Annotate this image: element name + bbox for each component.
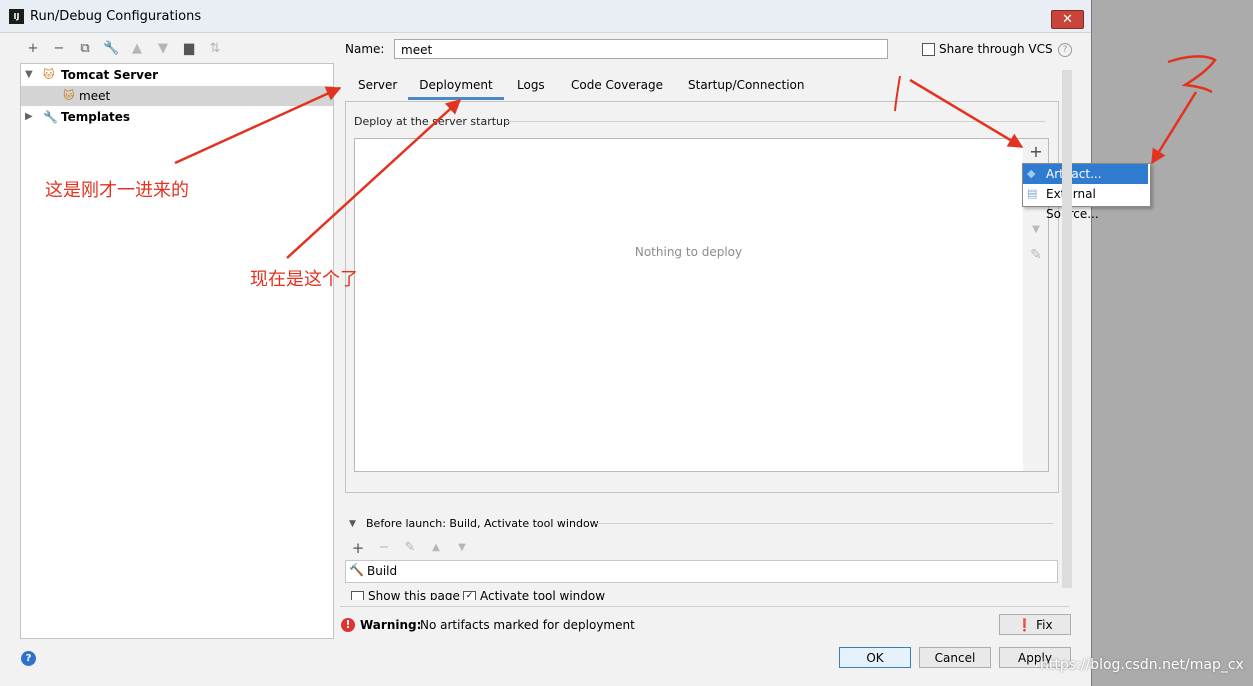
annotation-note-1: 这是刚才一进来的 xyxy=(45,180,189,201)
arrow-to-artifact-item xyxy=(1150,91,1198,165)
handwritten-mark-1 xyxy=(894,75,901,112)
arrow-to-add-button xyxy=(909,78,1024,149)
watermark-text: https://blog.csdn.net/map_cx xyxy=(1040,657,1244,673)
handwritten-mark-2 xyxy=(1167,55,1217,94)
annotation-note-2: 现在是这个了 xyxy=(250,269,358,290)
annotation-overlay xyxy=(174,55,1217,259)
arrow-to-server-tab xyxy=(174,86,342,165)
arrow-to-deployment-tab xyxy=(286,98,462,259)
